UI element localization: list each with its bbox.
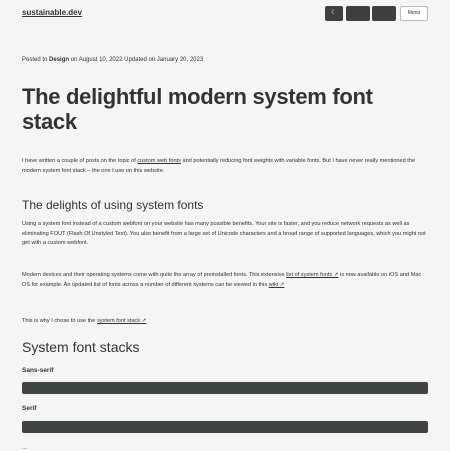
intro-text-1: I have written a couple of posts on the … [22, 158, 138, 164]
wiki-link[interactable]: wiki ↗ [269, 282, 285, 288]
dark-mode-button[interactable]: ☾ [325, 6, 343, 21]
posted-prefix: Posted to [22, 57, 48, 63]
subheading-serif: Serif [22, 405, 37, 412]
custom-web-fonts-link[interactable]: custom web fonts [137, 158, 181, 164]
section-heading-delights: The delights of using system fonts [22, 198, 204, 212]
choice-text: This is why I chose to use the [22, 318, 97, 324]
more-content-indicator: ... [22, 445, 28, 451]
benefits-paragraph: Using a system font instead of a custom … [22, 221, 426, 247]
posted-date: on August 10, 2022 [70, 57, 123, 63]
serif-code-block [22, 421, 428, 433]
fonts-text-1: Modern devices and their operating syste… [22, 272, 287, 278]
updated-date: Updated on January 20, 2023 [124, 57, 204, 63]
menu-button[interactable]: Menu [400, 6, 428, 21]
subheading-sans-serif: Sans-serif [22, 367, 54, 374]
system-fonts-list-link[interactable]: list of system fonts ↗ [286, 272, 338, 278]
site-logo-link[interactable]: sustainable.dev [22, 8, 82, 17]
choice-paragraph: This is why I chose to use the system fo… [22, 317, 430, 327]
system-font-stack-link[interactable]: system font stack ↗ [97, 318, 146, 324]
text-size-button[interactable] [372, 6, 396, 21]
category-link[interactable]: Design [49, 57, 69, 63]
preinstalled-fonts-paragraph: Modern devices and their operating syste… [22, 271, 430, 290]
intro-paragraph: I have written a couple of posts on the … [22, 157, 430, 176]
moon-icon: ☾ [331, 10, 337, 16]
post-meta: Posted to Design on August 10, 2022 Upda… [22, 57, 203, 63]
sans-serif-code-block [22, 382, 428, 394]
font-toggle-button[interactable] [346, 6, 370, 21]
site-header: sustainable.dev ☾ Menu [0, 0, 450, 28]
article-title: The delightful modern system font stack [22, 84, 373, 134]
section-heading-font-stacks: System font stacks [22, 339, 140, 355]
